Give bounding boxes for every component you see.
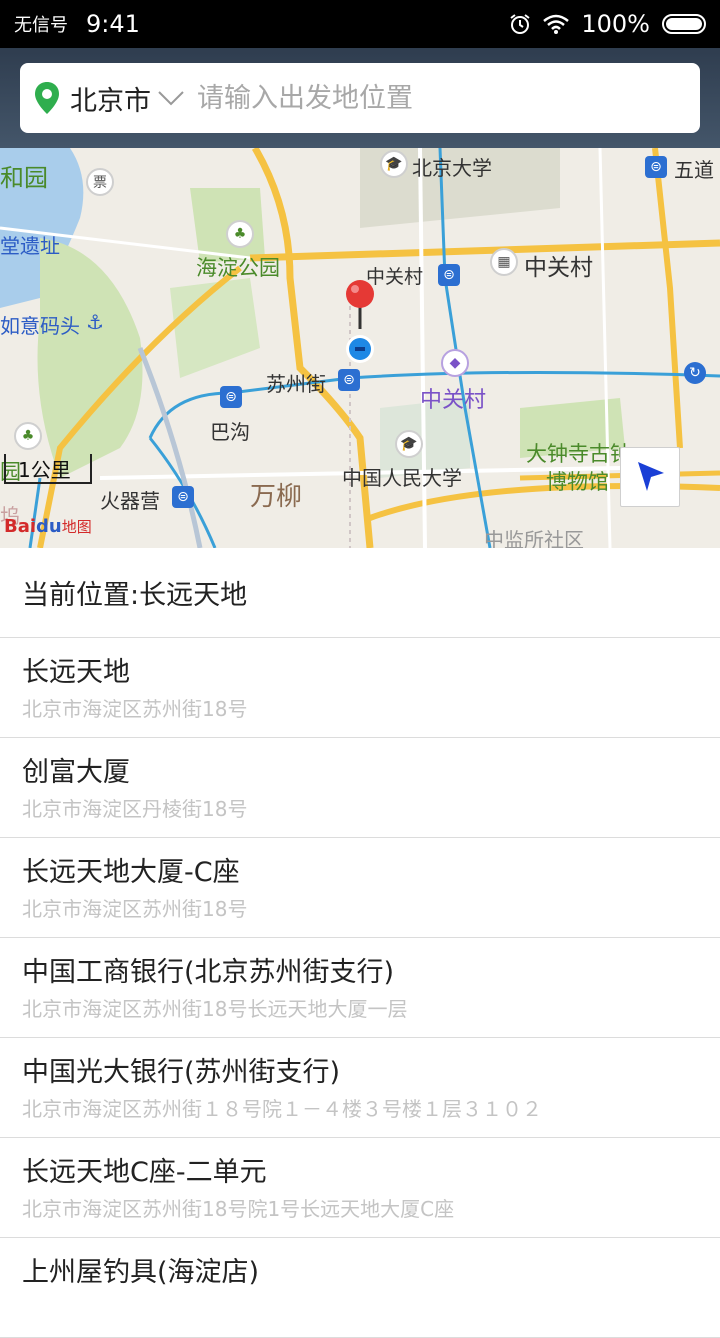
anchor-icon: ⚓ [86,310,104,334]
poi-name: 中国光大银行(苏州街支行) [22,1057,341,1088]
poi-name: 上州屋钓具(海淀店) [22,1257,260,1288]
list-item[interactable]: 长远天地大厦-C座 北京市海淀区苏州街18号 [0,838,720,938]
poi-name: 创富大厦 [22,757,130,788]
map-label-peking-university: 北京大学 [412,156,492,180]
current-location-row[interactable]: 当前位置:长远天地 [0,548,720,638]
search-box: 北京市 [20,63,700,133]
locate-me-button[interactable] [620,447,680,507]
map-scale-label: 1公里 [18,458,71,482]
map-label-bagou: 巴沟 [210,420,250,444]
poi-address: 北京市海淀区苏州街18号长远天地大厦一层 [22,997,408,1021]
building-poi-icon[interactable]: ▦ [490,248,518,276]
current-location-dot-icon [346,335,374,363]
battery-icon [662,14,706,34]
navigation-arrow-icon [638,462,664,491]
poi-name: 长远天地 [22,657,130,688]
shopping-poi-icon[interactable]: ◆ [441,349,469,377]
poi-name: 长远天地大厦-C座 [22,857,240,888]
status-icons: 100% [509,10,706,38]
list-item[interactable]: 长远天地 北京市海淀区苏州街18号 [0,638,720,738]
chevron-down-icon[interactable] [157,88,185,108]
status-bar: 无信号 9:41 100% [0,0,720,48]
poi-name: 长远天地C座-二单元 [22,1157,267,1188]
park-poi-icon[interactable]: ♣ [226,220,254,248]
map-label-zhongguancun-area: 中关村 [524,255,593,281]
map-label-suzhoujie: 苏州街 [266,372,326,396]
baidu-map-logo: Baidu地图 [4,516,92,537]
map-label-tangyizhi: 堂遗址 [0,234,60,258]
poi-address: 北京市海淀区苏州街18号院1号长远天地大厦C座 [22,1197,455,1221]
poi-address: 北京市海淀区苏州街１８号院１－４楼３号楼１层３１０２ [22,1097,542,1121]
map-label-dazhongsi-2: 博物馆 [546,470,609,494]
city-selector[interactable]: 北京市 [70,79,151,118]
subway-station-icon[interactable]: ⊜ [338,369,360,391]
subway-station-icon[interactable]: ⊜ [172,486,194,508]
battery-percent: 100% [581,10,650,38]
departure-search-input[interactable] [195,81,686,115]
alarm-icon [510,14,530,34]
poi-address: 北京市海淀区苏州街18号 [22,897,248,921]
map-label-ruyimatou: 如意码头 [0,314,80,338]
carrier-label: 无信号 [14,15,68,36]
park-poi-icon[interactable]: ♣ [14,422,42,450]
location-results-list: 当前位置:长远天地 长远天地 北京市海淀区苏州街18号 创富大厦 北京市海淀区丹… [0,548,720,1338]
map-label-haidian-park: 海淀公园 [196,256,280,280]
subway-transfer-icon[interactable]: ↻ [684,362,706,384]
map-label-dazhongsi-1: 大钟寺古钟 [526,442,631,466]
search-header: 北京市 [0,48,720,148]
map-label-wudao: 五道 [674,158,714,182]
wifi-icon [543,14,570,34]
list-item[interactable]: 中国光大银行(苏州街支行) 北京市海淀区苏州街１８号院１－４楼３号楼１层３１０２ [0,1038,720,1138]
map-view[interactable]: 和园 票 堂遗址 如意码头 ⚓ 🎓 北京大学 ⊜ 五道 ♣ 海淀公园 中关村 ⊜… [0,148,720,548]
poi-address: 北京市海淀区苏州街18号 [22,697,248,721]
university-poi-icon[interactable]: 🎓 [395,430,423,458]
map-label-zhongjiansuo: 中监所社区 [484,528,584,548]
ticket-poi-icon[interactable]: 票 [86,168,114,196]
status-time: 9:41 [86,10,140,38]
location-pin-icon [35,82,59,114]
map-label-wanliu: 万柳 [250,482,303,512]
poi-name: 中国工商银行(北京苏州街支行) [22,957,395,988]
subway-station-icon[interactable]: ⊜ [220,386,242,408]
map-label-huoqiying: 火器营 [100,489,160,513]
map-label-yuan: 和园 [0,164,48,192]
subway-station-icon[interactable]: ⊜ [438,264,460,286]
list-item[interactable]: 上州屋钓具(海淀店) [0,1238,720,1338]
map-label-renmin-university: 中国人民大学 [342,466,462,490]
subway-station-icon[interactable]: ⊜ [645,156,667,178]
list-item[interactable]: 长远天地C座-二单元 北京市海淀区苏州街18号院1号长远天地大厦C座 [0,1138,720,1238]
map-label-zhongguancun-mall: 中关村 [420,388,487,413]
list-item[interactable]: 中国工商银行(北京苏州街支行) 北京市海淀区苏州街18号长远天地大厦一层 [0,938,720,1038]
list-item[interactable]: 创富大厦 北京市海淀区丹棱街18号 [0,738,720,838]
university-poi-icon[interactable]: 🎓 [380,150,408,178]
poi-address: 北京市海淀区丹棱街18号 [22,797,248,821]
selected-location-pin-icon [346,280,374,329]
